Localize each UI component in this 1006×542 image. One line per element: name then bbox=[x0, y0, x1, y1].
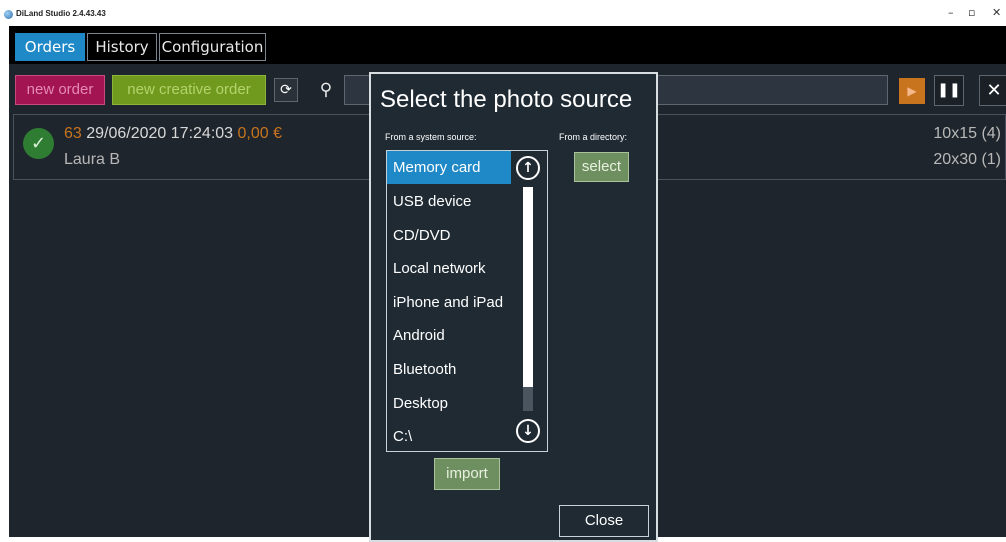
order-price: 0,00 € bbox=[237, 125, 282, 142]
source-item-cd-dvd[interactable]: CD/DVD bbox=[387, 219, 511, 252]
dialog-title: Select the photo source bbox=[380, 86, 633, 113]
source-item-memory-card[interactable]: Memory card bbox=[387, 151, 511, 184]
window-close-button[interactable]: ✕ bbox=[992, 6, 1001, 19]
source-item-bluetooth[interactable]: Bluetooth bbox=[387, 353, 511, 386]
source-item-android[interactable]: Android bbox=[387, 319, 511, 352]
window-title: DiLand Studio 2.4.43.43 bbox=[16, 9, 106, 18]
check-icon: ✓ bbox=[23, 128, 54, 159]
import-button[interactable]: import bbox=[434, 458, 500, 490]
system-source-label: From a system source: bbox=[385, 132, 477, 142]
tab-orders[interactable]: Orders bbox=[15, 33, 85, 61]
source-item-usb-device[interactable]: USB device bbox=[387, 185, 511, 218]
search-icon[interactable]: ⚲ bbox=[314, 78, 338, 102]
order-size-1: 10x15 (4) bbox=[933, 125, 1001, 142]
refresh-icon[interactable]: ⟳ bbox=[274, 78, 298, 102]
pause-icon[interactable]: ❚❚ bbox=[934, 75, 964, 106]
scrollbar-thumb[interactable] bbox=[523, 187, 533, 387]
stop-icon[interactable]: ✕ bbox=[979, 75, 1006, 106]
app-logo-icon bbox=[4, 10, 13, 19]
order-customer: Laura B bbox=[64, 151, 121, 168]
maximize-button[interactable]: ▫ bbox=[968, 6, 975, 19]
source-item-c-drive[interactable]: C:\ bbox=[387, 420, 511, 451]
directory-label: From a directory: bbox=[559, 132, 628, 142]
source-list: Memory card USB device CD/DVD Local netw… bbox=[386, 150, 548, 452]
window-titlebar: DiLand Studio 2.4.43.43 – ▫ ✕ bbox=[0, 0, 1006, 26]
source-item-desktop[interactable]: Desktop bbox=[387, 387, 511, 420]
close-dialog-button[interactable]: Close bbox=[559, 505, 649, 537]
new-order-button[interactable]: new order bbox=[15, 75, 105, 105]
select-directory-button[interactable]: select bbox=[574, 152, 629, 182]
order-datetime: 29/06/2020 17:24:03 bbox=[86, 125, 234, 142]
source-item-iphone-ipad[interactable]: iPhone and iPad bbox=[387, 286, 511, 319]
scroll-down-icon[interactable]: ↓ bbox=[516, 419, 540, 443]
new-creative-order-button[interactable]: new creative order bbox=[112, 75, 266, 105]
tab-bar: Orders History Configuration bbox=[9, 26, 1006, 64]
play-icon[interactable]: ▶ bbox=[899, 78, 925, 104]
tab-configuration[interactable]: Configuration bbox=[159, 33, 266, 61]
order-size-2: 20x30 (1) bbox=[933, 151, 1001, 168]
source-item-local-network[interactable]: Local network bbox=[387, 252, 511, 285]
photo-source-dialog: Select the photo source From a system so… bbox=[369, 72, 658, 542]
order-summary: 63 29/06/2020 17:24:03 0,00 € bbox=[64, 125, 282, 143]
scroll-up-icon[interactable]: ↑ bbox=[516, 156, 540, 180]
tab-history[interactable]: History bbox=[87, 33, 157, 61]
order-number: 63 bbox=[64, 125, 82, 142]
minimize-button[interactable]: – bbox=[948, 6, 954, 19]
